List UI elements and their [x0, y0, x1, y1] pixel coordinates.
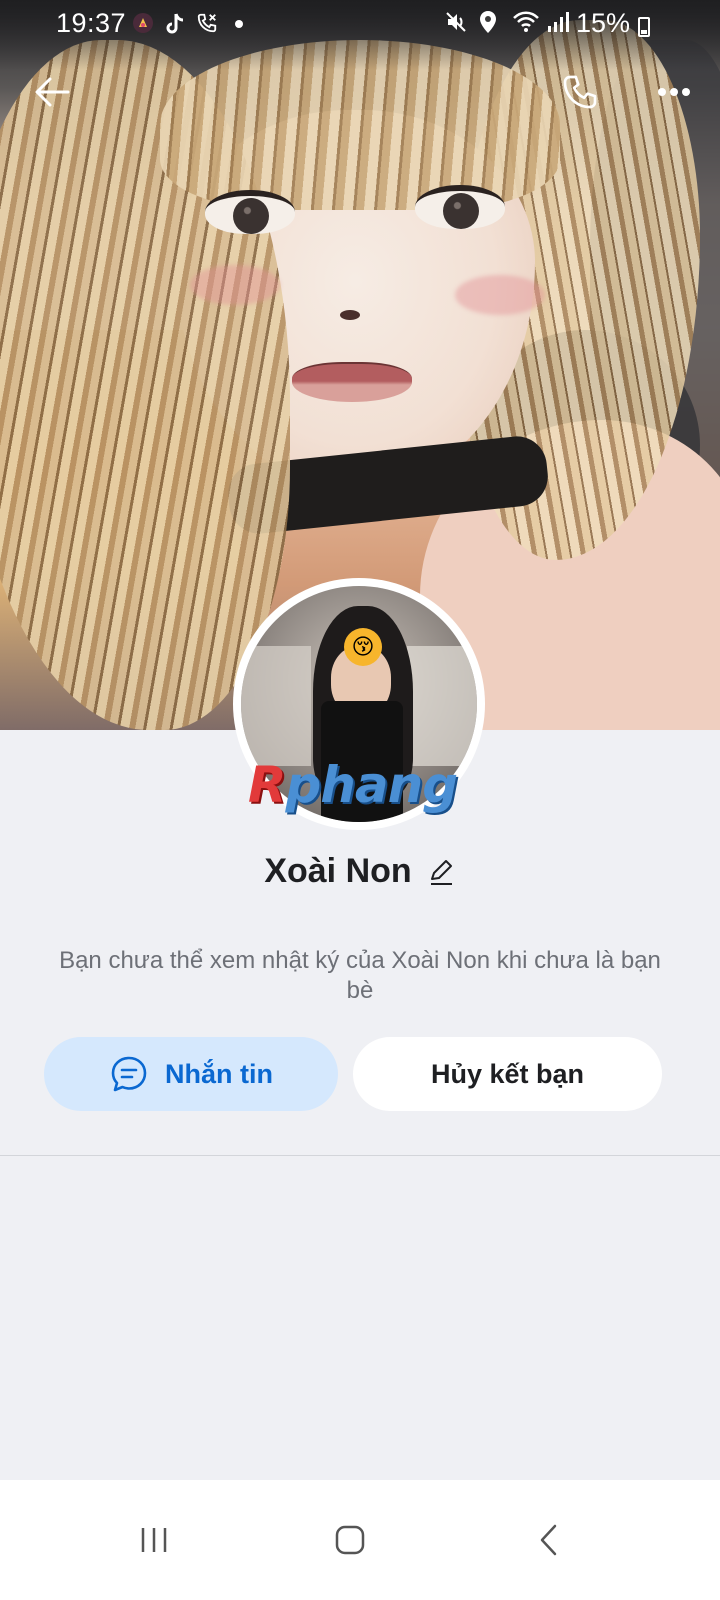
cover-eye-right: [415, 185, 505, 229]
system-back-button[interactable]: [520, 1510, 580, 1570]
home-button[interactable]: [320, 1510, 380, 1570]
status-time: 19:37: [56, 8, 127, 38]
message-button[interactable]: Nhắn tin: [44, 1037, 338, 1111]
watermark-first-letter: R: [248, 756, 287, 814]
back-button[interactable]: [28, 68, 76, 116]
dot-icon: [228, 12, 252, 36]
cover-blush-left: [190, 265, 280, 305]
profile-name-row: Xoài Non: [0, 852, 720, 891]
location-icon: [478, 10, 502, 34]
wifi-icon: [512, 10, 539, 34]
privacy-notice: Bạn chưa thể xem nhật ký của Xoài Non kh…: [59, 947, 661, 1004]
system-navigation-bar: [0, 1480, 720, 1600]
status-icons-left: [132, 12, 252, 36]
cover-eye-left: [205, 190, 295, 234]
unfriend-button[interactable]: Hủy kết bạn: [353, 1037, 662, 1111]
call-button[interactable]: [556, 68, 604, 116]
mute-icon: [444, 10, 468, 34]
avatar-background-right: [407, 646, 477, 766]
watermark-rest: phang: [285, 756, 459, 814]
app-notification-icon: [132, 12, 156, 36]
pencil-icon[interactable]: [426, 857, 456, 887]
home-icon: [335, 1525, 365, 1555]
more-options-button[interactable]: [650, 70, 698, 114]
divider: [0, 1155, 720, 1156]
cover-lips: [292, 362, 412, 402]
cover-blush-right: [455, 275, 545, 315]
recent-apps-icon: [141, 1528, 167, 1552]
watermark-logo: Rphang: [248, 756, 459, 814]
profile-name: Xoài Non: [264, 852, 412, 890]
unfriend-button-label: Hủy kết bạn: [430, 1058, 585, 1089]
more-horizontal-icon: [658, 88, 690, 96]
status-bar: 19:37 15%: [0, 0, 720, 48]
chat-bubble-icon: [111, 1056, 147, 1092]
arrow-left-icon: [35, 77, 70, 107]
phone-icon: [563, 75, 597, 109]
phone-call-icon: [196, 12, 220, 36]
kissing-emoji-icon: 😚: [344, 628, 382, 666]
signal-icon: [546, 10, 570, 34]
back-icon: [540, 1524, 557, 1556]
avatar-background-left: [241, 646, 311, 766]
battery-icon: [638, 17, 650, 37]
tiktok-icon: [164, 12, 188, 36]
status-icons-right: [444, 10, 570, 34]
cover-nose: [340, 310, 360, 320]
recent-apps-button[interactable]: [124, 1510, 184, 1570]
message-button-label: Nhắn tin: [165, 1058, 273, 1089]
battery-percent: 15%: [575, 8, 630, 38]
